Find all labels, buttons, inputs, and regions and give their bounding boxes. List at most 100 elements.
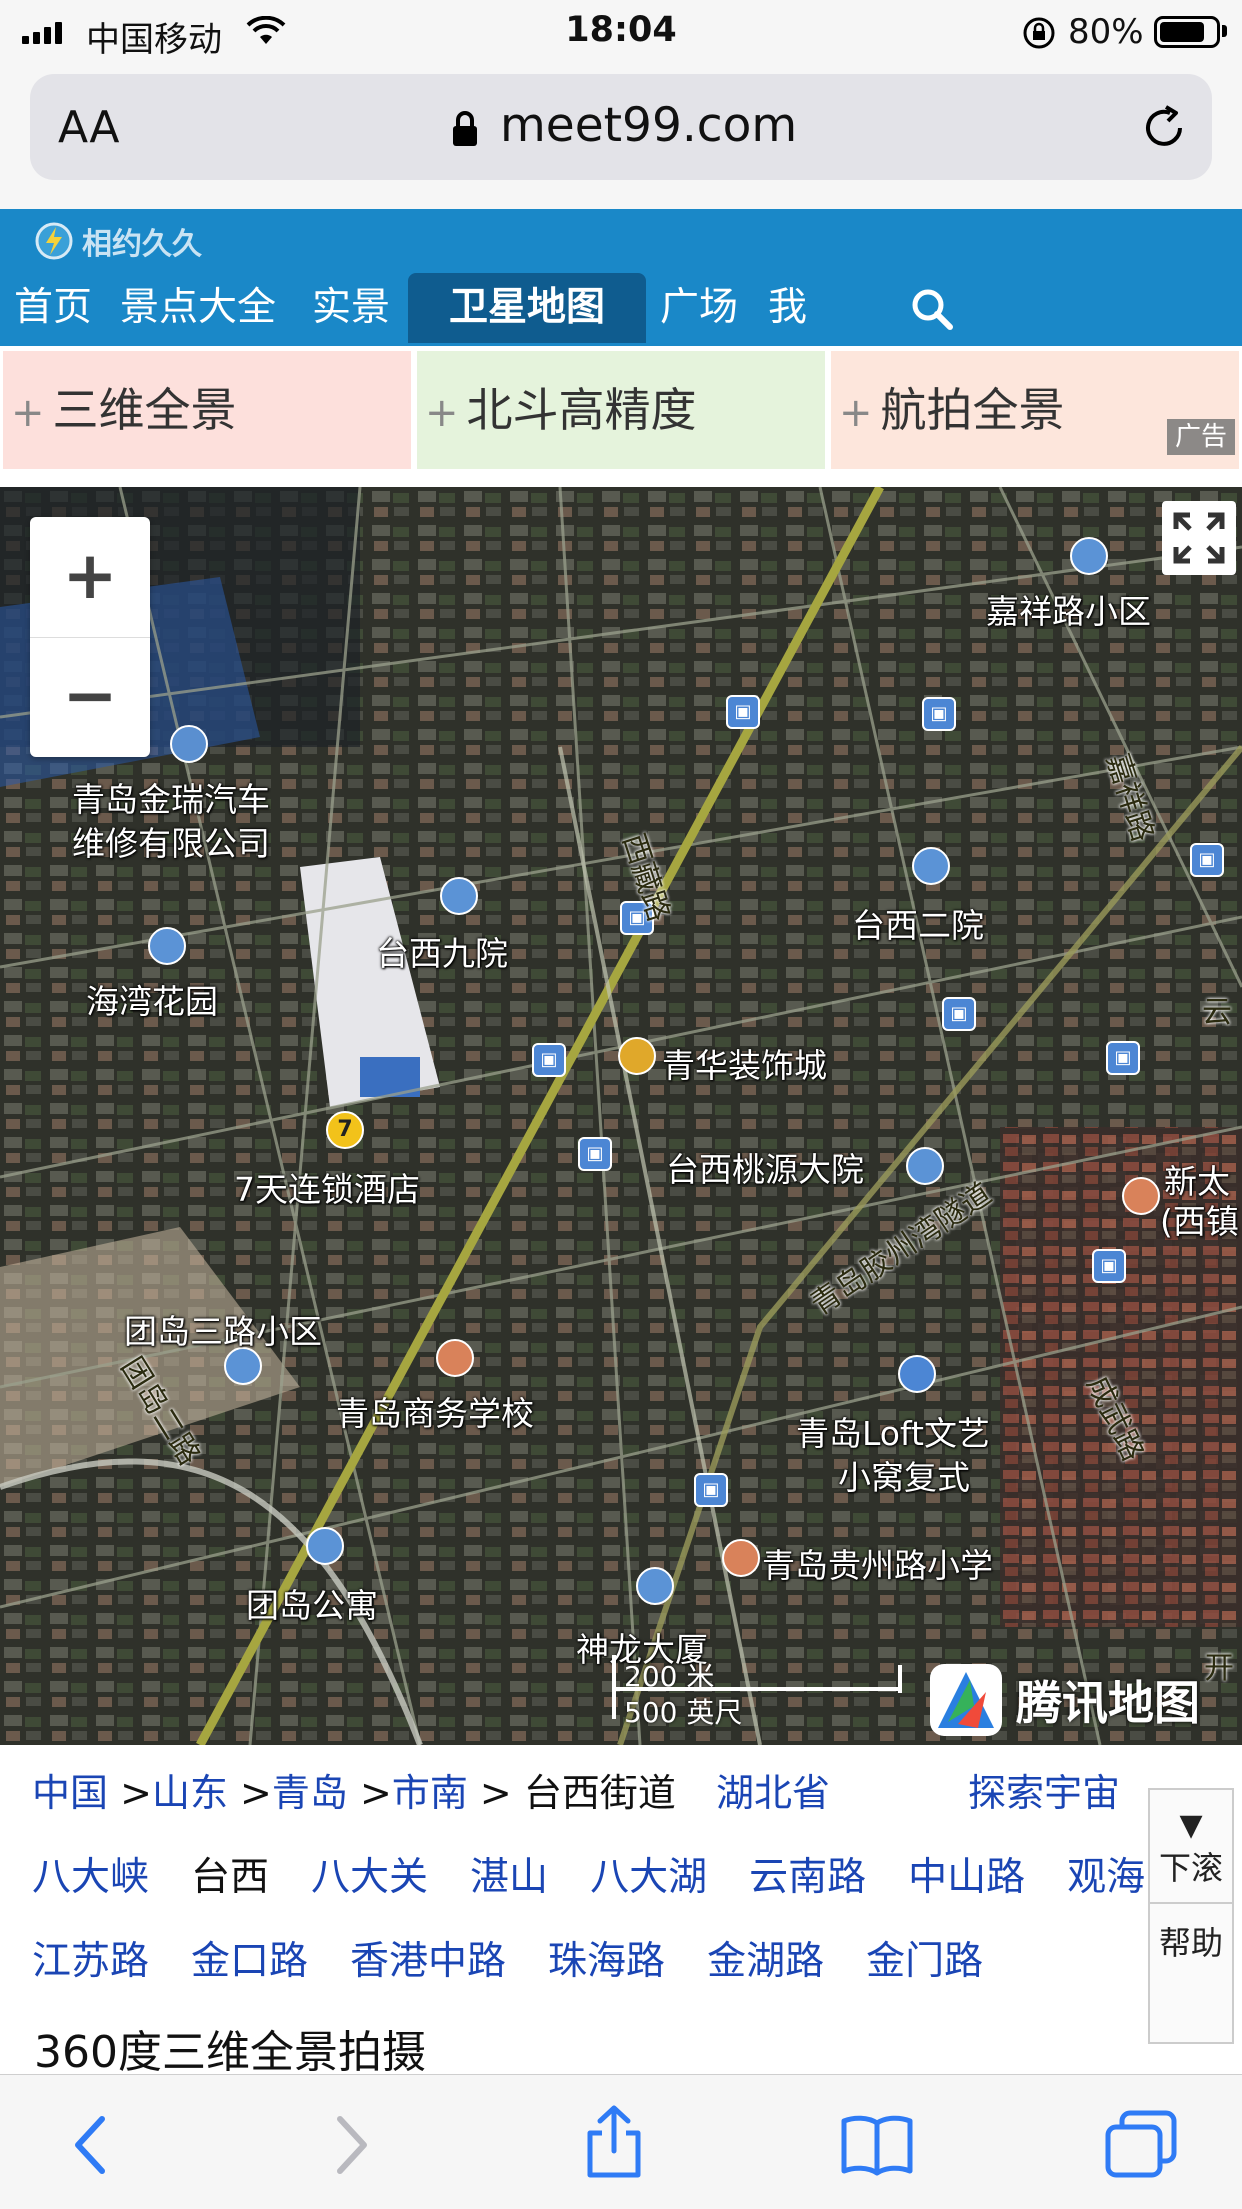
map-zoom-control: + − xyxy=(30,517,150,757)
nearby-links-row-2: 江苏路 金口路 香港中路 珠海路 金湖路 金门路 xyxy=(32,1930,1025,1986)
map-label[interactable]: (西镇 xyxy=(1160,1195,1239,1243)
nearby-links-row-1: 八大峡 台西 八大关 湛山 八大湖 云南路 中山路 观海 xyxy=(32,1846,1187,1902)
repair-marker-icon[interactable] xyxy=(170,725,208,763)
crumb-china[interactable]: 中国 xyxy=(32,1771,108,1815)
bus-stop-icon[interactable]: ▣ xyxy=(578,1137,612,1171)
nearby-link[interactable]: 中山路 xyxy=(908,1855,1025,1900)
link-hubei[interactable]: 湖北省 xyxy=(716,1771,830,1815)
search-icon[interactable] xyxy=(910,287,954,331)
rotation-lock-icon xyxy=(1023,17,1055,49)
ad-beidou[interactable]: + 北斗高精度 xyxy=(417,351,825,469)
bus-stop-icon[interactable]: ▣ xyxy=(942,997,976,1031)
scroll-down-button[interactable]: ▼ 下滚 xyxy=(1150,1790,1232,1904)
residence-marker-icon[interactable] xyxy=(912,847,950,885)
nearby-link[interactable]: 八大峡 xyxy=(32,1855,149,1900)
nav-plaza[interactable]: 广场 xyxy=(660,273,738,343)
map-label[interactable]: 台西九院 xyxy=(376,927,508,975)
nearby-link[interactable]: 云南路 xyxy=(749,1855,866,1900)
site-logo[interactable]: 相约久久 xyxy=(34,219,202,263)
tencent-map-icon xyxy=(930,1664,1002,1736)
nearby-link[interactable]: 珠海路 xyxy=(548,1939,665,1984)
school-marker-icon[interactable] xyxy=(1122,1177,1160,1215)
ad-3d-panorama[interactable]: + 三维全景 xyxy=(3,351,411,469)
crumb-current: 台西街道 xyxy=(523,1771,676,1815)
residence-marker-icon[interactable] xyxy=(1070,537,1108,575)
reload-icon[interactable] xyxy=(1140,104,1188,152)
section-heading: 360度三维全景拍摄 xyxy=(34,2027,426,2078)
map-scale: 200 米 500 英尺 xyxy=(612,1655,902,1729)
fullscreen-button[interactable] xyxy=(1162,501,1236,575)
bus-stop-icon[interactable]: ▣ xyxy=(726,695,760,729)
residence-marker-icon[interactable] xyxy=(636,1567,674,1605)
school-marker-icon[interactable] xyxy=(722,1539,760,1577)
address-bar[interactable]: AA meet99.com xyxy=(30,74,1212,180)
battery-percent: 80% xyxy=(1068,12,1144,52)
school-marker-icon[interactable] xyxy=(436,1339,474,1377)
site-header: 相约久久 首页 景点大全 实景 卫星地图 广场 我 xyxy=(0,209,1242,346)
map-label[interactable]: 青岛金瑞汽车 xyxy=(72,773,270,821)
nearby-link[interactable]: 金湖路 xyxy=(707,1939,824,1984)
zoom-out-button[interactable]: − xyxy=(30,637,150,757)
zoom-in-button[interactable]: + xyxy=(30,517,150,638)
url-text[interactable]: meet99.com xyxy=(500,98,797,153)
bookmarks-icon[interactable] xyxy=(840,2113,914,2177)
nav-satellite-map[interactable]: 卫星地图 xyxy=(408,273,646,343)
crumb-qingdao[interactable]: 青岛 xyxy=(272,1771,348,1815)
forward-icon[interactable] xyxy=(332,2113,372,2177)
nearby-link[interactable]: 金门路 xyxy=(866,1939,983,1984)
nav-realscene[interactable]: 实景 xyxy=(312,273,390,343)
map-label[interactable]: 团岛公寓 xyxy=(246,1579,378,1627)
nearby-link[interactable]: 江苏路 xyxy=(32,1939,149,1984)
bus-stop-icon[interactable]: ▣ xyxy=(1106,1041,1140,1075)
nearby-link[interactable]: 香港中路 xyxy=(350,1939,506,1984)
residence-marker-icon[interactable] xyxy=(148,927,186,965)
map-label[interactable]: 团岛三路小区 xyxy=(124,1305,322,1353)
map-label[interactable]: 台西桃源大院 xyxy=(666,1143,864,1191)
share-icon[interactable] xyxy=(582,2105,646,2179)
site-nav: 首页 景点大全 实景 卫星地图 广场 我 xyxy=(0,273,1242,346)
nearby-link[interactable]: 观海 xyxy=(1067,1855,1145,1900)
map-label[interactable]: 青岛贵州路小学 xyxy=(762,1539,993,1587)
nav-home[interactable]: 首页 xyxy=(14,273,92,343)
tabs-icon[interactable] xyxy=(1104,2109,1178,2179)
map-label[interactable]: 青岛Loft文艺 xyxy=(796,1407,990,1455)
crumb-shandong[interactable]: 山东 xyxy=(152,1771,228,1815)
map-label[interactable]: 青岛商务学校 xyxy=(336,1387,534,1435)
residence-marker-icon[interactable] xyxy=(306,1527,344,1565)
nearby-link[interactable]: 八大湖 xyxy=(590,1855,707,1900)
nav-me[interactable]: 我 xyxy=(768,273,807,343)
road-label: 开 xyxy=(1204,1651,1234,1686)
bus-stop-icon[interactable]: ▣ xyxy=(532,1043,566,1077)
nearby-link[interactable]: 八大关 xyxy=(311,1855,428,1900)
nav-attractions[interactable]: 景点大全 xyxy=(120,273,276,343)
residence-marker-icon[interactable] xyxy=(906,1147,944,1185)
map-label[interactable]: 小窝复式 xyxy=(838,1451,970,1499)
fullscreen-icon xyxy=(1173,512,1225,564)
text-size-button[interactable]: AA xyxy=(58,102,119,153)
bus-stop-icon[interactable]: ▣ xyxy=(694,1473,728,1507)
ad-aerial[interactable]: + 航拍全景 广告 xyxy=(831,351,1239,469)
map-label[interactable]: 台西二院 xyxy=(852,899,984,947)
hotel-chain-marker[interactable]: 7 xyxy=(326,1111,364,1149)
help-button[interactable]: 帮助 xyxy=(1150,1918,1232,1964)
residence-marker-icon[interactable] xyxy=(440,877,478,915)
bus-stop-icon[interactable]: ▣ xyxy=(922,697,956,731)
hotel-marker-icon[interactable] xyxy=(898,1355,936,1393)
map-label[interactable]: 海湾花园 xyxy=(86,975,218,1023)
map-label[interactable]: 青华装饰城 xyxy=(662,1039,827,1087)
back-icon[interactable] xyxy=(70,2113,110,2177)
crumb-shinan[interactable]: 市南 xyxy=(392,1771,468,1815)
map-label[interactable]: 嘉祥路小区 xyxy=(986,585,1151,633)
shop-marker-icon[interactable] xyxy=(618,1037,656,1075)
map-label[interactable]: 维修有限公司 xyxy=(72,817,270,865)
map-label[interactable]: 7天连锁酒店 xyxy=(234,1163,420,1211)
nearby-link[interactable]: 金口路 xyxy=(191,1939,308,1984)
logo-icon xyxy=(35,222,73,260)
ad-row: + 三维全景 + 北斗高精度 + 航拍全景 广告 xyxy=(0,347,1242,473)
satellite-map[interactable]: + − 7 ▣ ▣ ▣ ▣ ▣ ▣ ▣ ▣ ▣ ▣ 嘉祥路小区 青岛金瑞汽车 维… xyxy=(0,487,1242,1745)
nearby-link[interactable]: 湛山 xyxy=(470,1855,548,1900)
browser-toolbar xyxy=(0,2074,1242,2209)
bus-stop-icon[interactable]: ▣ xyxy=(1092,1249,1126,1283)
link-explore-universe[interactable]: 探索宇宙 xyxy=(968,1771,1120,1815)
bus-stop-icon[interactable]: ▣ xyxy=(1190,843,1224,877)
